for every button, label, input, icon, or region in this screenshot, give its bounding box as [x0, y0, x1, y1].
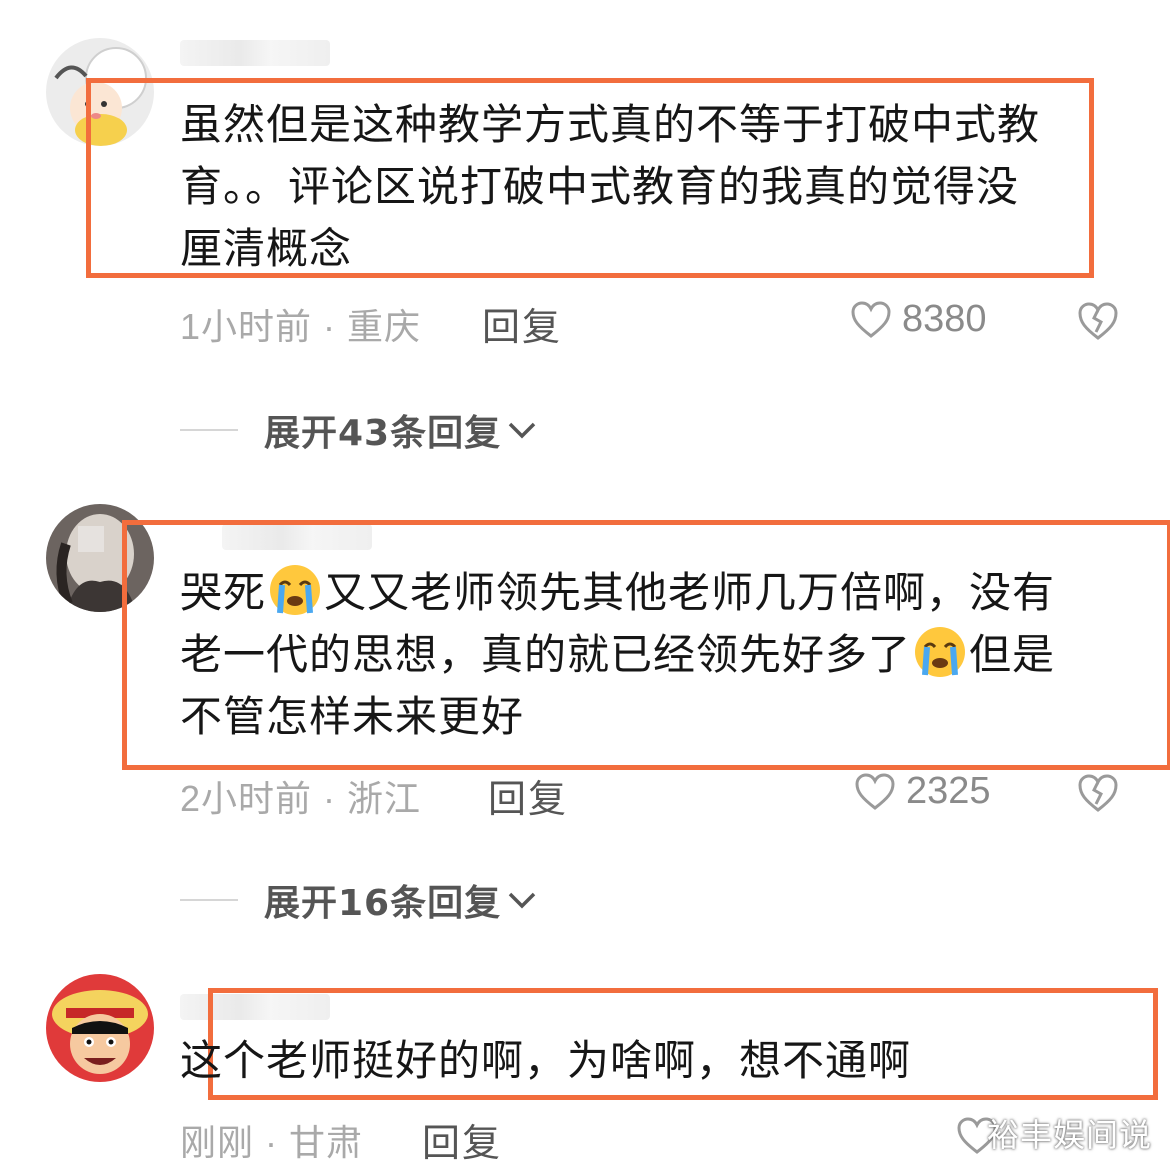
avatar[interactable]: [46, 974, 154, 1082]
comment-time-location: 2小时前 · 浙江: [180, 778, 422, 819]
broken-heart-icon[interactable]: [1076, 772, 1120, 814]
heart-icon: [855, 772, 895, 810]
broken-heart-icon[interactable]: [1076, 300, 1120, 342]
reply-button[interactable]: 回复: [422, 1112, 502, 1167]
crying-emoji-icon: [915, 627, 966, 677]
like-count: 8380: [902, 298, 987, 340]
heart-icon: [851, 300, 891, 338]
expand-replies-button[interactable]: 展开43条回复: [180, 404, 537, 456]
username-blurred: [180, 40, 330, 66]
chevron-down-icon: [508, 422, 536, 439]
crying-emoji-icon: [270, 565, 321, 615]
chevron-down-icon: [508, 892, 536, 909]
divider-line: [180, 429, 238, 431]
divider-line: [180, 899, 238, 901]
comment-text: 虽然但是这种教学方式真的不等于打破中式教 育。。评论区说打破中式教育的我真的觉得…: [180, 100, 1041, 273]
expand-replies-label: 展开16条回复: [264, 883, 502, 924]
comment-text: 这个老师挺好的啊，为啥啊，想不通啊: [180, 1036, 912, 1085]
comment-time-location: 1小时前 · 重庆: [180, 306, 422, 347]
expand-replies-label: 展开43条回复: [264, 413, 502, 454]
reply-button[interactable]: 回复: [488, 768, 568, 823]
comment-text: 哭死 又又老师领先其他老师几万倍啊，没有 老一代的思想，真的就已经领先好多了 但是 …: [180, 562, 1055, 748]
comment-time-location: 刚刚 · 甘肃: [180, 1122, 363, 1163]
reply-button[interactable]: 回复: [482, 296, 562, 351]
like-count: 2325: [906, 770, 991, 812]
like-button[interactable]: 2325: [854, 770, 991, 813]
comment-text-part: 哭死: [180, 568, 267, 617]
like-button[interactable]: 8380: [850, 298, 987, 341]
expand-replies-button[interactable]: 展开16条回复: [180, 874, 537, 926]
watermark: 裕丰娱间说: [986, 1116, 1152, 1154]
